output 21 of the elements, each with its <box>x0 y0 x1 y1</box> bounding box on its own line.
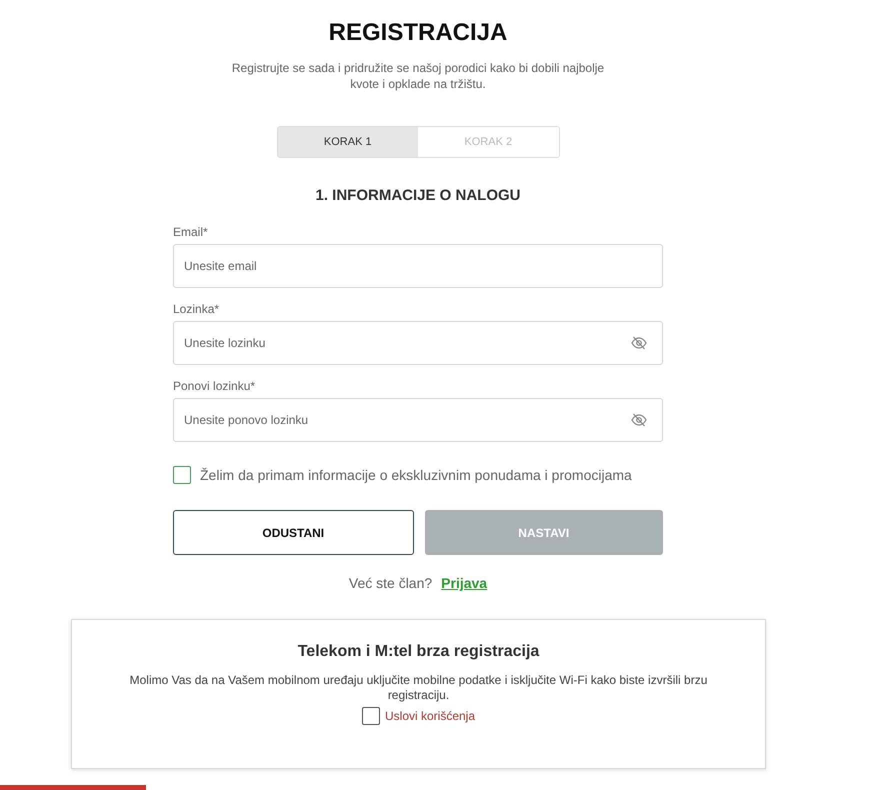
password-field[interactable]: Unesite lozinku <box>173 321 663 365</box>
checkbox-label: Želim da primam informacije o ekskluzivnim ponudama i promocijama <box>200 467 632 483</box>
checkbox[interactable] <box>362 707 380 725</box>
checkbox[interactable] <box>173 466 191 484</box>
login-link[interactable]: Prijava <box>441 575 488 591</box>
eye-slash-icon[interactable] <box>631 336 647 350</box>
terms-link[interactable]: Uslovi korišćenja <box>384 709 476 723</box>
field-label: Lozinka* <box>173 302 220 316</box>
field-label: Email* <box>173 225 208 239</box>
login-prompt: Već ste član? <box>348 575 432 591</box>
email-field[interactable]: Unesite email <box>173 244 663 288</box>
step-tab[interactable]: KORAK 1 <box>278 127 418 157</box>
card-title: Telekom i M:tel brza registracija <box>298 643 540 661</box>
page-title: REGISTRACIJA <box>328 19 508 47</box>
card-text: Molimo Vas da na Vašem mobilnom uređaju uključite mobilne podatke i isključite Wi-Fi kako biste izvršili brzu registraciju. <box>128 673 708 703</box>
password-field[interactable]: Unesite ponovo lozinku <box>173 398 663 442</box>
section-title: 1. INFORMACIJE O NALOGU <box>315 187 520 204</box>
field-label: Ponovi lozinku* <box>173 379 256 393</box>
eye-slash-icon[interactable] <box>631 413 647 427</box>
cancel-button[interactable]: ODUSTANI <box>173 510 414 555</box>
subtitle: Registrujte se sada i pridružite se našoj porodici kako bi dobili najbolje kvote i opklade na tržištu. <box>230 60 606 92</box>
